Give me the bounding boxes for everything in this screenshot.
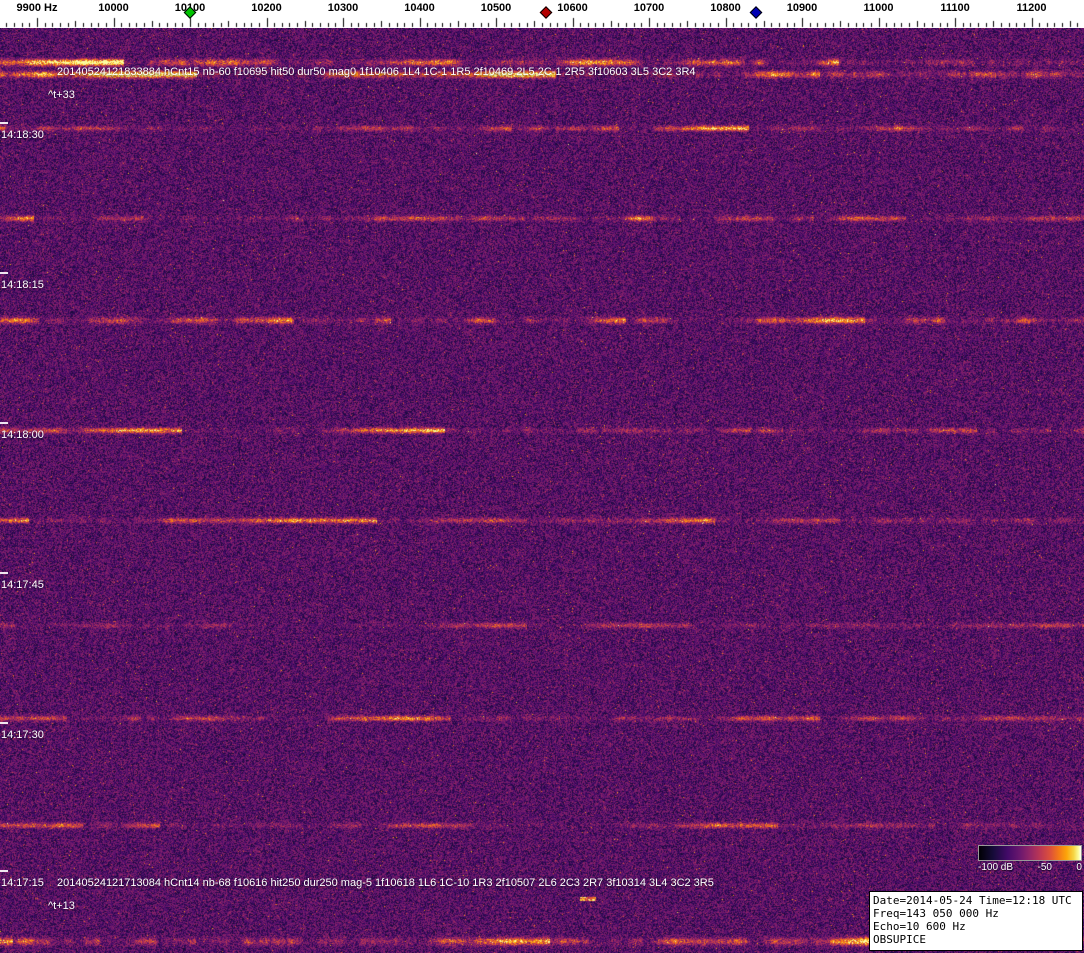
freq-tick-label: 10800 bbox=[710, 2, 741, 14]
detection-annotation: 20140524121833884 hCnt15 nb-60 f10695 hi… bbox=[57, 66, 696, 78]
colorbar-label-min: -100 dB bbox=[978, 862, 1013, 873]
freq-tick-label: 11100 bbox=[940, 2, 969, 14]
detection-annotation: 20140524121713084 hCnt14 nb-68 f10616 hi… bbox=[57, 877, 714, 889]
station-info-box: Date=2014-05-24 Time=12:18 UTC Freq=143 … bbox=[869, 891, 1083, 951]
colorbar-gradient bbox=[978, 845, 1082, 861]
time-label: 14:18:15 bbox=[1, 279, 44, 291]
frequency-ruler[interactable]: 9900 Hz100001010010200103001040010500106… bbox=[0, 0, 1084, 28]
time-tick bbox=[0, 422, 8, 424]
freq-tick-label: 9900 Hz bbox=[17, 2, 58, 14]
time-label: 14:17:15 bbox=[1, 877, 44, 889]
freq-tick-label: 10900 bbox=[787, 2, 818, 14]
freq-tick-label: 10400 bbox=[404, 2, 435, 14]
detection-time-offset: ^t+33 bbox=[48, 89, 75, 101]
info-echo: Echo=10 600 Hz bbox=[873, 920, 1079, 933]
time-tick bbox=[0, 870, 8, 872]
spectrogram-overlay: 14:18:30 14:18:15 14:18:00 14:17:45 14:17:30… bbox=[0, 28, 1084, 953]
colorbar-label-max: 0 bbox=[1076, 862, 1082, 873]
colorbar-labels: -100 dB -50 0 bbox=[978, 862, 1082, 873]
colorbar-label-mid: -50 bbox=[1038, 862, 1052, 873]
time-tick bbox=[0, 122, 8, 124]
detection-time-offset: ^t+13 bbox=[48, 900, 75, 912]
time-label: 14:17:45 bbox=[1, 579, 44, 591]
freq-tick-label: 10300 bbox=[328, 2, 359, 14]
freq-tick-label: 10700 bbox=[634, 2, 665, 14]
freq-tick-label: 10000 bbox=[98, 2, 129, 14]
freq-tick-label: 10200 bbox=[251, 2, 282, 14]
freq-tick-label: 10600 bbox=[557, 2, 588, 14]
freq-tick-label: 11000 bbox=[864, 2, 894, 14]
meteor-echo-monitor: 9900 Hz100001010010200103001040010500106… bbox=[0, 0, 1084, 953]
colorbar: -100 dB -50 0 bbox=[978, 845, 1082, 873]
info-frequency: Freq=143 050 000 Hz bbox=[873, 907, 1079, 920]
time-tick bbox=[0, 722, 8, 724]
time-tick bbox=[0, 272, 8, 274]
spectrogram-area[interactable]: 14:18:30 14:18:15 14:18:00 14:17:45 14:17:30… bbox=[0, 28, 1084, 953]
time-label: 14:18:30 bbox=[1, 129, 44, 141]
freq-tick-label: 11200 bbox=[1017, 2, 1047, 14]
time-label: 14:17:30 bbox=[1, 729, 44, 741]
time-tick bbox=[0, 572, 8, 574]
freq-tick-label: 10500 bbox=[481, 2, 512, 14]
info-date-time: Date=2014-05-24 Time=12:18 UTC bbox=[873, 894, 1079, 907]
info-station: OBSUPICE bbox=[873, 933, 1079, 946]
time-label: 14:18:00 bbox=[1, 429, 44, 441]
